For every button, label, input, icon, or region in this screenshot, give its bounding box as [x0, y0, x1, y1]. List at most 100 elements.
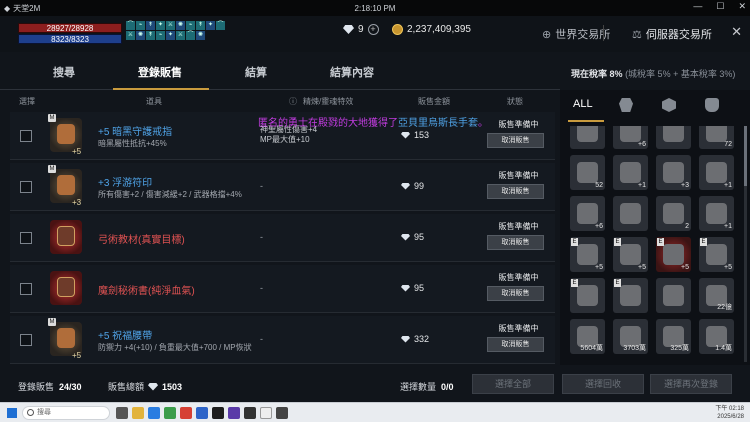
select-collect-button[interactable]: 選擇回收: [562, 374, 644, 394]
item-icon[interactable]: [50, 220, 82, 254]
inventory-slot[interactable]: E: [570, 278, 605, 313]
inventory-slot[interactable]: +6: [570, 196, 605, 231]
sale-row[interactable]: M +5 +5 祝福腰帶 防禦力 +4(+10) / 負重最大值+700 / MP恢狀…: [10, 316, 555, 364]
helmet-icon[interactable]: [619, 98, 633, 112]
select-reregister-button[interactable]: 選擇再次登錄: [650, 374, 732, 394]
world-exchange-link[interactable]: ⊕ 世界交易所: [542, 26, 610, 42]
buff-icon[interactable]: ✺: [176, 21, 185, 30]
inventory-slot[interactable]: +1: [613, 155, 648, 190]
inventory-slot[interactable]: +1: [699, 155, 734, 190]
inventory-slot[interactable]: E: [613, 278, 648, 313]
inventory-slot[interactable]: 2: [656, 196, 691, 231]
buff-icon[interactable]: ⚔: [126, 31, 135, 40]
buff-icon[interactable]: ↟: [146, 31, 155, 40]
buff-icon[interactable]: ✺: [196, 31, 205, 40]
inventory-slot[interactable]: 3703萬: [613, 319, 648, 354]
sale-row[interactable]: M +3 +3 浮游符印 所有傷害+2 / 傷害減緩+2 / 武器格擋+4% - 99 販售…: [10, 163, 555, 211]
buff-icon[interactable]: ✦: [206, 21, 215, 30]
app-icon[interactable]: [228, 407, 240, 419]
inventory-scrollbar[interactable]: [744, 126, 747, 362]
inventory-slot[interactable]: [656, 278, 691, 313]
row-checkbox[interactable]: [20, 181, 32, 193]
edge-icon[interactable]: [148, 407, 160, 419]
buff-icon[interactable]: ⌒: [126, 21, 135, 30]
inventory-slot[interactable]: [656, 126, 691, 149]
buff-icon[interactable]: ✦: [156, 21, 165, 30]
server-exchange-link[interactable]: ⚖ 伺服器交易所: [632, 26, 712, 42]
inventory-slot[interactable]: 325萬: [656, 319, 691, 354]
buff-icon[interactable]: ✦: [166, 31, 175, 40]
slot-count: +1: [724, 223, 732, 230]
buff-icon[interactable]: ⌁: [136, 21, 145, 30]
info-icon[interactable]: ⓘ: [289, 96, 297, 107]
sale-total: 販售總額 1503: [108, 381, 183, 393]
money-bag-icon[interactable]: [705, 98, 719, 112]
notepad-icon[interactable]: [260, 407, 272, 419]
item-icon[interactable]: [50, 271, 82, 305]
inventory-slot[interactable]: +1: [699, 196, 734, 231]
inventory-slot[interactable]: [613, 196, 648, 231]
minimize-button[interactable]: —: [693, 1, 702, 12]
inventory-slot[interactable]: E +5: [699, 237, 734, 272]
buff-icon[interactable]: ⌁: [156, 31, 165, 40]
word-icon[interactable]: [196, 407, 208, 419]
file-explorer-icon[interactable]: [132, 407, 144, 419]
chrome-icon[interactable]: [180, 407, 192, 419]
inventory-slot[interactable]: 5604萬: [570, 319, 605, 354]
add-gem-button[interactable]: +: [367, 24, 379, 35]
system-tray-clock[interactable]: 下午 02:18 2025/6/28: [715, 405, 744, 421]
maximize-button[interactable]: ☐: [716, 1, 724, 12]
task-view-icon[interactable]: [116, 407, 128, 419]
buff-icon[interactable]: ✺: [136, 31, 145, 40]
row-checkbox[interactable]: [20, 334, 32, 346]
select-all-button[interactable]: 選擇全部: [472, 374, 554, 394]
cancel-sale-button[interactable]: 取消販售: [487, 235, 544, 250]
buff-icon[interactable]: ⌒: [216, 21, 225, 30]
store-icon[interactable]: [164, 407, 176, 419]
inventory-slot[interactable]: +3: [656, 155, 691, 190]
cancel-sale-button[interactable]: 取消販售: [487, 184, 544, 199]
footer-bar: 登錄販售 24/30 販售總額 1503 選擇數量 0/0 選擇全部 選擇回收 選…: [0, 368, 750, 402]
row-checkbox[interactable]: [20, 232, 32, 244]
box-icon[interactable]: [662, 98, 676, 112]
tab-search[interactable]: 搜尋: [53, 64, 75, 80]
windows-start-icon[interactable]: [7, 408, 17, 418]
row-checkbox[interactable]: [20, 283, 32, 295]
taskbar-search[interactable]: 搜尋: [22, 406, 110, 420]
game-launcher-icon[interactable]: [212, 407, 224, 419]
buff-icon[interactable]: ↟: [146, 21, 155, 30]
inventory-slot[interactable]: E +5: [570, 237, 605, 272]
slot-count: +5: [724, 264, 732, 271]
inventory-slot[interactable]: 52: [570, 155, 605, 190]
close-window-button[interactable]: ✕: [738, 1, 746, 12]
inventory-slot[interactable]: E +5: [613, 237, 648, 272]
tab-settlement-details[interactable]: 結算內容: [330, 64, 374, 80]
inventory-slot[interactable]: 72: [699, 126, 734, 149]
cancel-sale-button[interactable]: 取消販售: [487, 133, 544, 148]
tab-settlement[interactable]: 結算: [245, 64, 267, 80]
buff-icon[interactable]: ↟: [196, 21, 205, 30]
inv-tab-all[interactable]: ALL: [573, 98, 593, 110]
nav-divider: [603, 25, 604, 41]
cancel-sale-button[interactable]: 取消販售: [487, 286, 544, 301]
inventory-slot[interactable]: 22億: [699, 278, 734, 313]
inventory-slot[interactable]: 1.4萬: [699, 319, 734, 354]
cancel-sale-button[interactable]: 取消販售: [487, 337, 544, 352]
inventory-slot[interactable]: [570, 126, 605, 149]
buff-icon[interactable]: ⌁: [186, 21, 195, 30]
inventory-slot[interactable]: +6: [613, 126, 648, 149]
sale-row[interactable]: 弓術教材(真實目標) - 95 販售準備中 取消販售: [10, 214, 555, 262]
slot-count: +1: [638, 182, 646, 189]
lineage-icon[interactable]: [244, 407, 256, 419]
terminal-icon[interactable]: [276, 407, 288, 419]
sale-row[interactable]: 魔劍秘術書(純淨血氣) - 95 販售準備中 取消販售: [10, 265, 555, 313]
buff-icon[interactable]: ⌒: [186, 31, 195, 40]
close-exchange-button[interactable]: ✕: [731, 24, 742, 40]
buff-icon[interactable]: ⚔: [166, 21, 175, 30]
tab-register-sale[interactable]: 登錄販售: [138, 64, 182, 80]
inventory-slot[interactable]: E +5: [656, 237, 691, 272]
row-checkbox[interactable]: [20, 130, 32, 142]
item-icon: [663, 244, 684, 265]
exchange-tabs: 搜尋 登錄販售 結算 結算內容: [0, 54, 560, 90]
buff-icon[interactable]: ⚔: [176, 31, 185, 40]
